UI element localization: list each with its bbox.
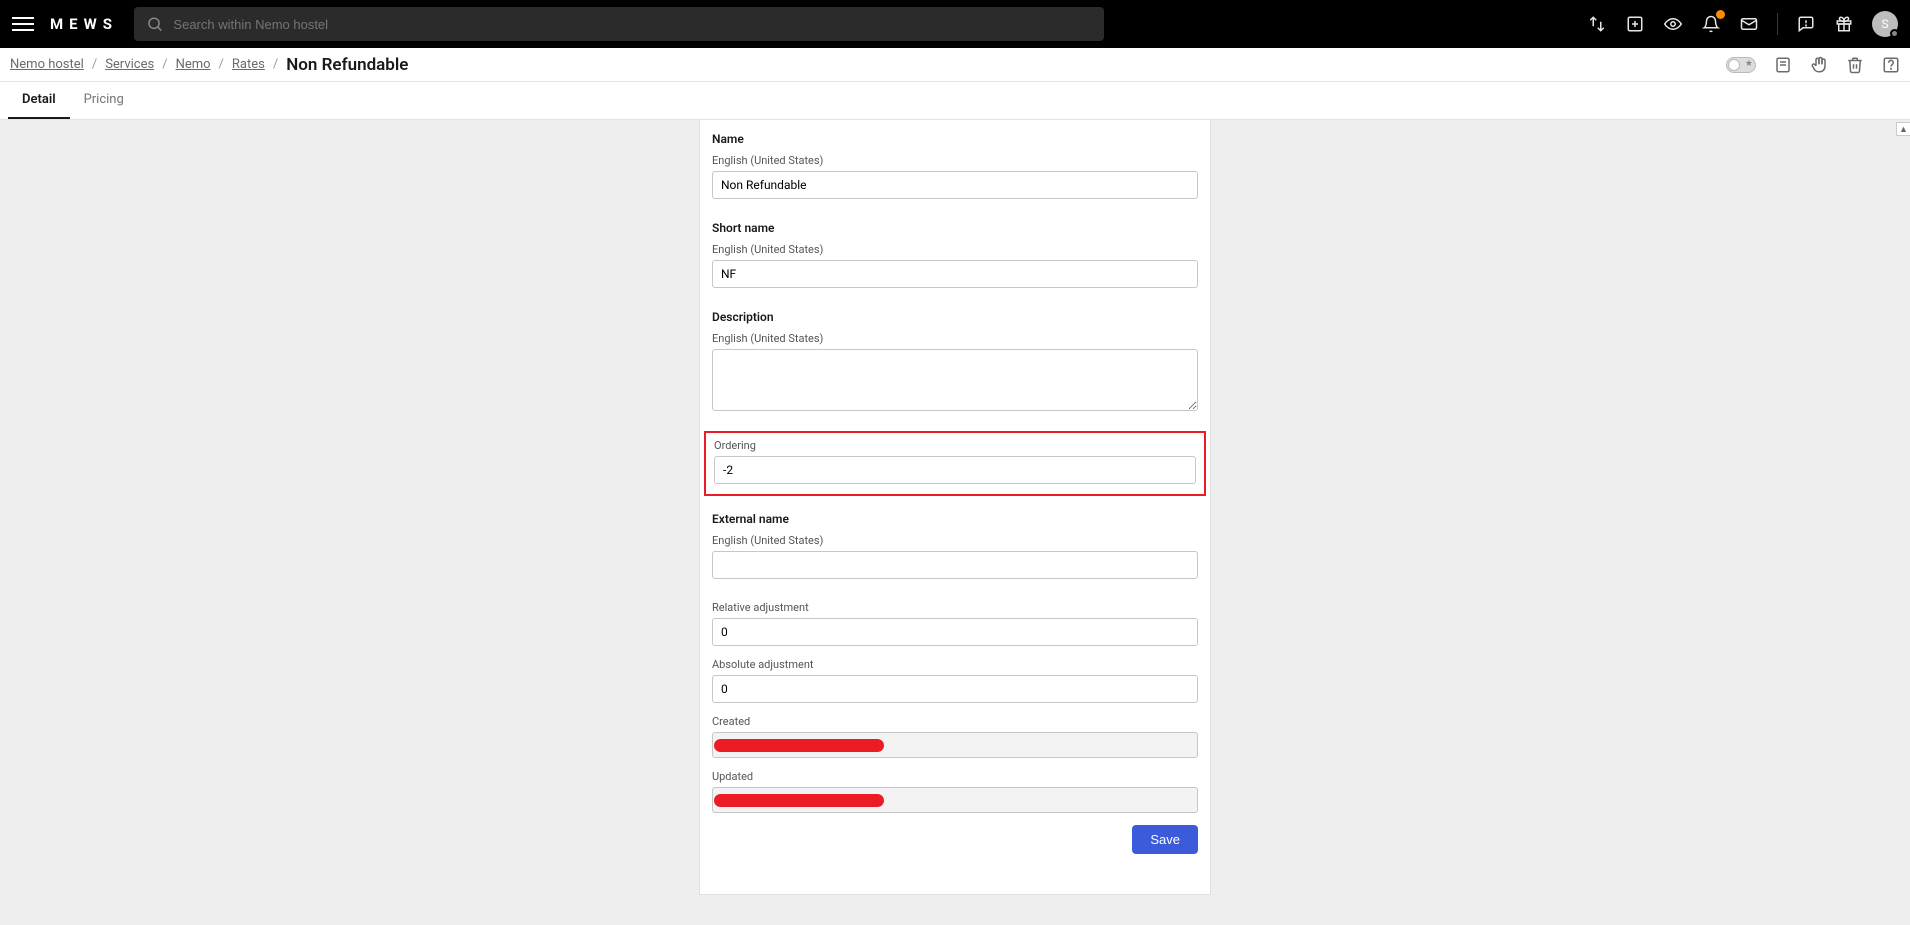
redaction-bar [714,794,884,807]
save-row: Save [712,825,1198,854]
label-created: Created [712,715,1198,728]
breadcrumb-link[interactable]: Nemo hostel [10,57,84,72]
form-panel: Name English (United States) Short name … [699,120,1211,895]
search-icon [146,15,163,33]
note-icon[interactable] [1774,56,1792,74]
topbar: MEWS S [0,0,1910,48]
redaction-bar [714,739,884,752]
breadcrumb-link[interactable]: Nemo [176,57,211,72]
ordering-highlight: Ordering [704,431,1206,496]
sublabel-description: English (United States) [712,332,1198,345]
input-ordering[interactable] [714,456,1196,484]
field-absolute: Absolute adjustment [712,658,1198,703]
tab-detail[interactable]: Detail [8,92,70,119]
input-description[interactable] [712,349,1198,411]
gift-icon[interactable] [1834,14,1854,34]
input-shortname[interactable] [712,260,1198,288]
notification-dot [1716,10,1725,19]
mail-icon[interactable] [1739,14,1759,34]
hand-icon[interactable] [1810,56,1828,74]
save-button[interactable]: Save [1132,825,1198,854]
breadcrumb-link[interactable]: Services [105,57,154,72]
topbar-actions: S [1587,11,1898,37]
label-absolute: Absolute adjustment [712,658,1198,671]
field-relative: Relative adjustment [712,601,1198,646]
field-created: Created [712,715,1198,758]
label-shortname: Short name [712,221,1198,235]
avatar[interactable]: S [1872,11,1898,37]
search-box[interactable] [134,7,1104,41]
transfer-icon[interactable] [1587,14,1607,34]
label-ordering: Ordering [714,439,1196,452]
input-externalname[interactable] [712,551,1198,579]
breadcrumb: Nemo hostel/ Services/ Nemo/ Rates/ Non … [10,55,408,75]
page-title: Non Refundable [286,55,408,75]
field-description: Description English (United States) [712,310,1198,415]
sublabel-name: English (United States) [712,154,1198,167]
label-relative: Relative adjustment [712,601,1198,614]
field-externalname: External name English (United States) [712,512,1198,579]
presence-dot [1890,29,1899,38]
label-externalname: External name [712,512,1198,526]
favorite-toggle[interactable]: ★ [1726,57,1756,73]
field-name: Name English (United States) [712,132,1198,199]
sublabel-shortname: English (United States) [712,243,1198,256]
star-icon: ★ [1745,59,1753,69]
tab-pricing[interactable]: Pricing [70,92,138,119]
tabs: Detail Pricing [0,82,1910,120]
label-name: Name [712,132,1198,146]
comment-icon[interactable] [1796,14,1816,34]
logo: MEWS [50,15,118,33]
sublabel-externalname: English (United States) [712,534,1198,547]
breadcrumb-link[interactable]: Rates [232,57,265,72]
input-name[interactable] [712,171,1198,199]
divider [1777,13,1778,35]
menu-icon[interactable] [12,13,34,35]
search-input[interactable] [173,17,1092,32]
collapse-arrow-icon[interactable]: ▲ [1896,122,1910,136]
field-shortname: Short name English (United States) [712,221,1198,288]
avatar-initial: S [1881,17,1888,31]
content-area: Name English (United States) Short name … [0,120,1910,925]
add-icon[interactable] [1625,14,1645,34]
label-description: Description [712,310,1198,324]
subheader-actions: ★ [1726,56,1900,74]
input-absolute[interactable] [712,675,1198,703]
bell-icon[interactable] [1701,14,1721,34]
eye-icon[interactable] [1663,14,1683,34]
subheader: Nemo hostel/ Services/ Nemo/ Rates/ Non … [0,48,1910,82]
trash-icon[interactable] [1846,56,1864,74]
label-updated: Updated [712,770,1198,783]
help-icon[interactable] [1882,56,1900,74]
field-updated: Updated [712,770,1198,813]
input-relative[interactable] [712,618,1198,646]
